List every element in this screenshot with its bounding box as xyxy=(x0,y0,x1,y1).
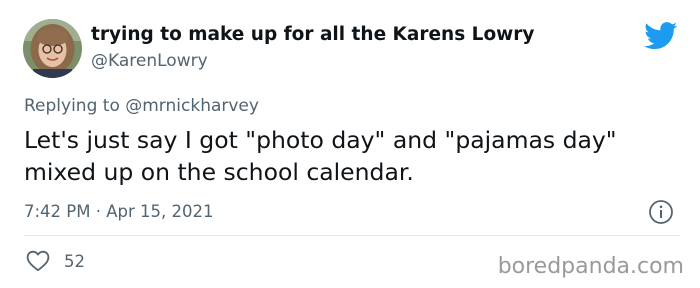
replying-to-label: Replying to xyxy=(24,96,120,116)
avatar-photo xyxy=(23,19,82,78)
tweet-text: Let's just say I got "photo day" and "pa… xyxy=(24,126,617,186)
replying-to-handle[interactable]: @mrnickharvey xyxy=(125,96,259,116)
replying-to-line: Replying to @mrnickharvey xyxy=(24,96,259,116)
like-count: 52 xyxy=(64,252,85,271)
twitter-bird-icon[interactable] xyxy=(644,22,678,50)
tweet-timestamp[interactable]: 7:42 PM · Apr 15, 2021 xyxy=(24,202,213,221)
info-icon[interactable] xyxy=(648,199,674,225)
user-handle[interactable]: @KarenLowry xyxy=(91,51,208,71)
display-name[interactable]: trying to make up for all the Karens Low… xyxy=(91,24,534,45)
avatar[interactable] xyxy=(23,19,82,78)
heart-icon[interactable] xyxy=(26,250,50,272)
watermark: boredpanda.com xyxy=(497,254,684,279)
divider xyxy=(24,235,680,236)
